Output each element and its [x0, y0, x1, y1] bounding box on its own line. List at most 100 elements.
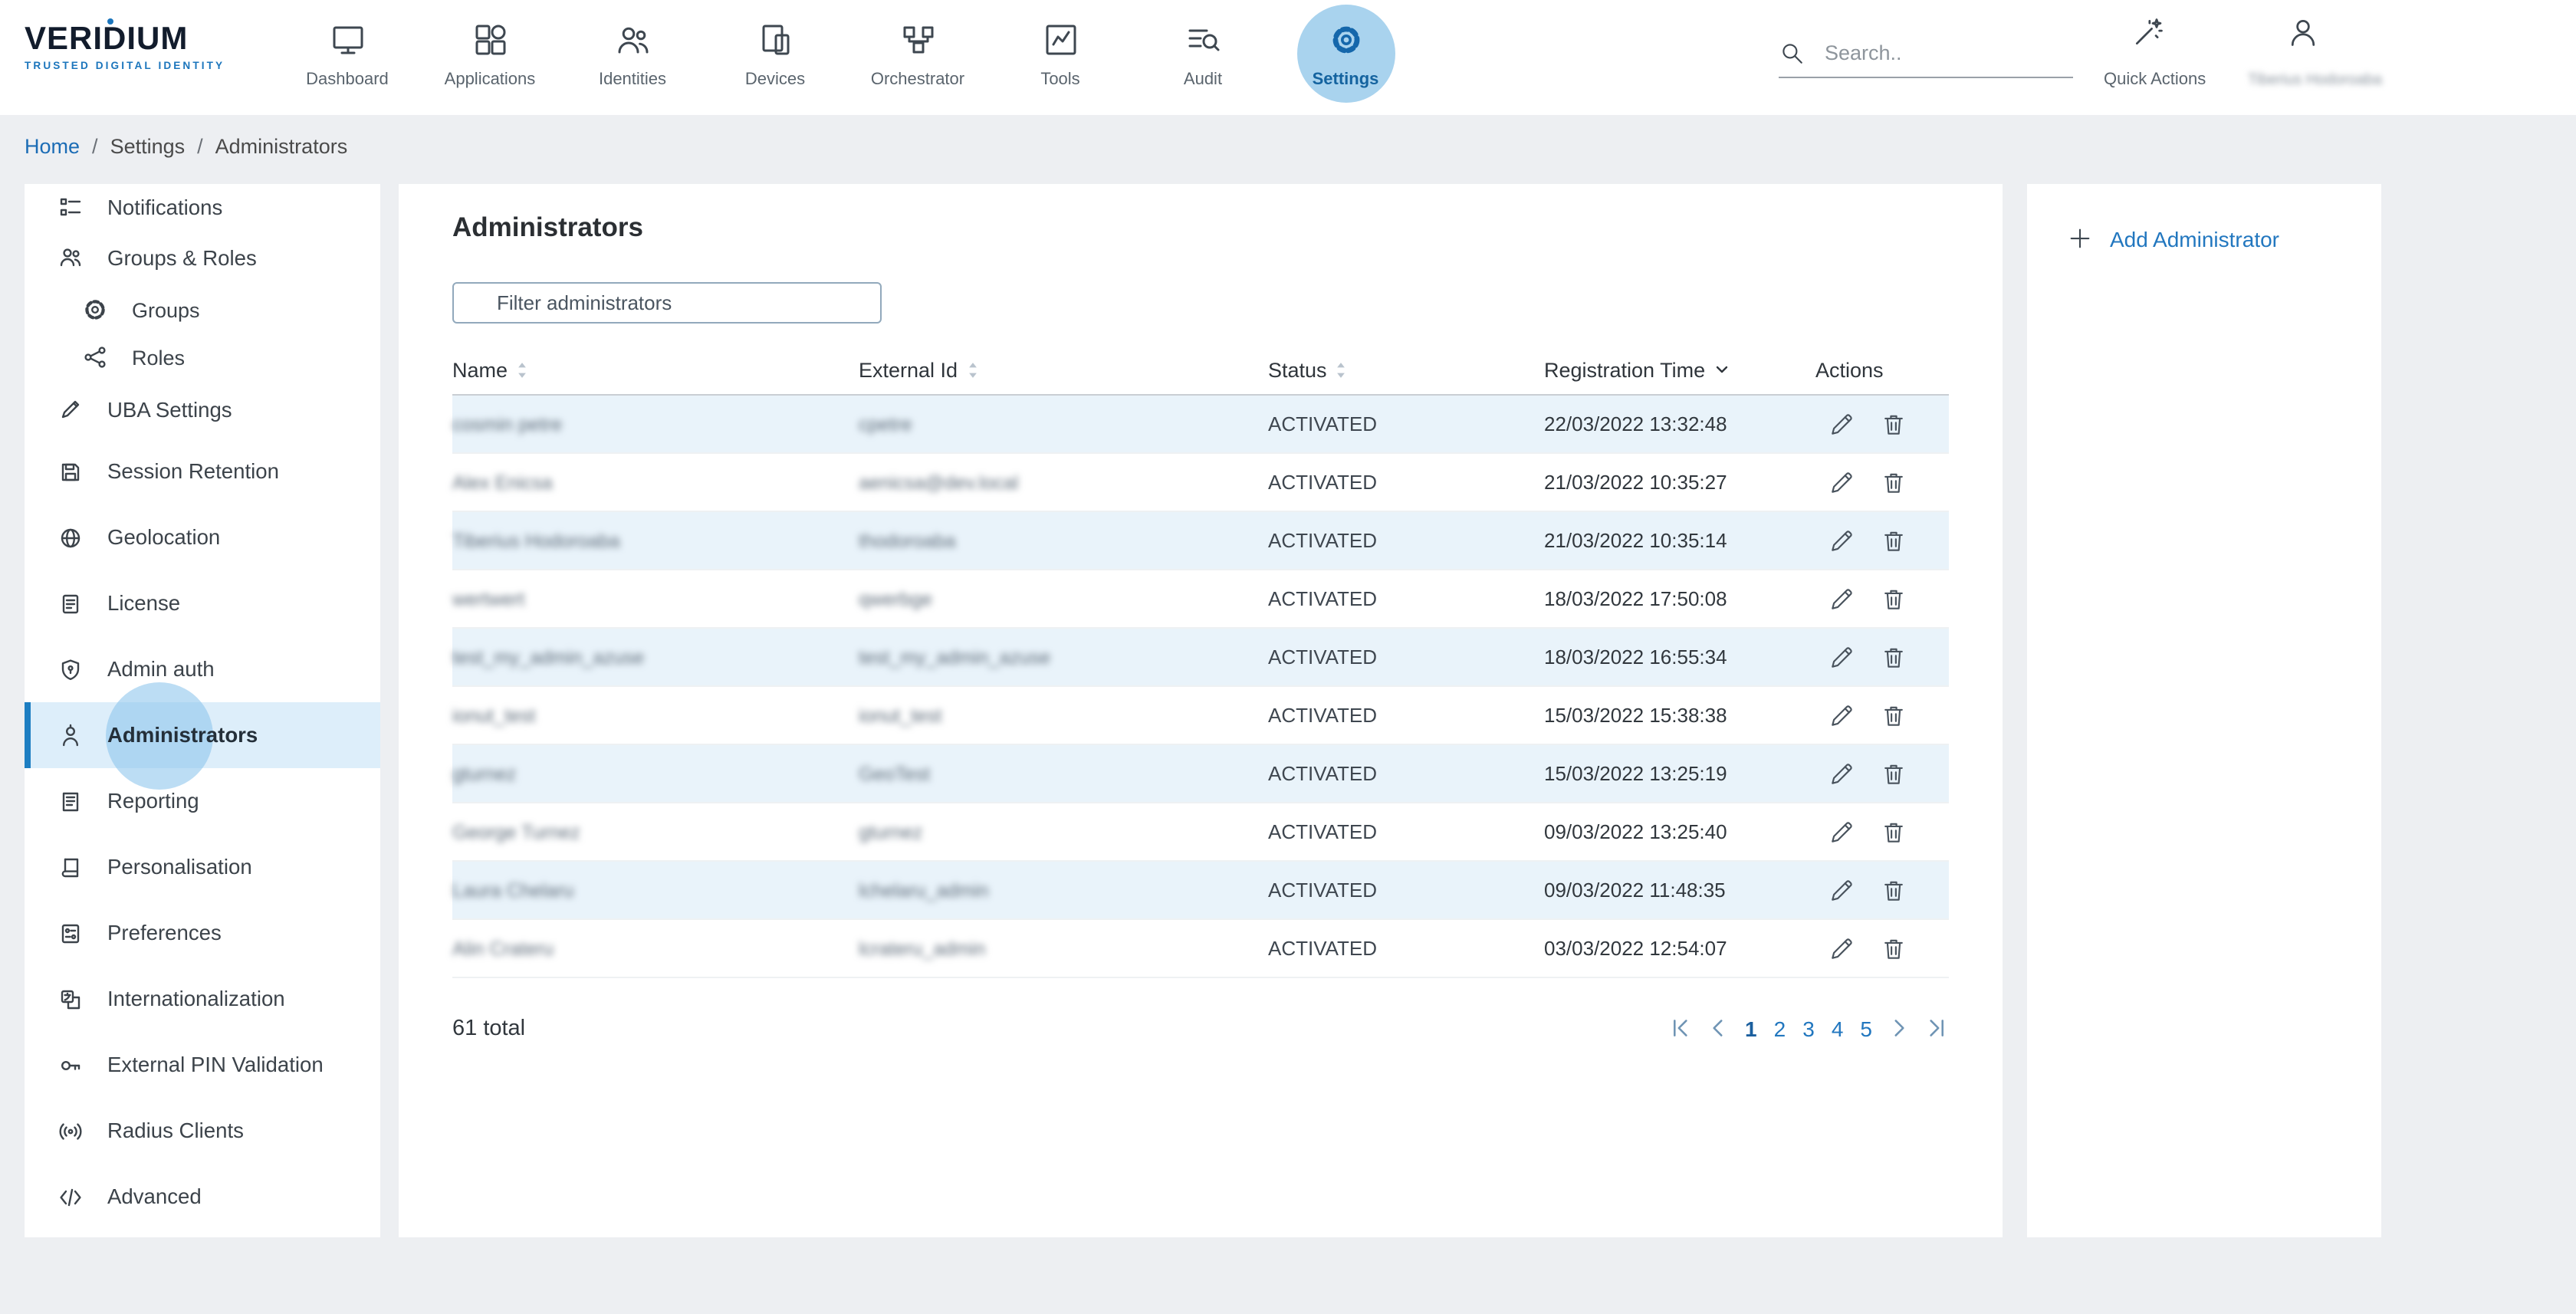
main-nav: DashboardApplicationsIdentities Devices Or… [276, 12, 1417, 107]
admin-registration-time: 03/03/2022 12:54:07 [1544, 937, 1815, 960]
edit-icon[interactable] [1828, 818, 1855, 846]
sidebar-item-label: Admin auth [107, 658, 215, 681]
admin-registration-time: 09/03/2022 13:25:40 [1544, 820, 1815, 843]
global-search [1779, 40, 2073, 78]
filter-administrators-input[interactable] [452, 282, 882, 324]
edit-icon[interactable] [1828, 935, 1855, 962]
sidebar-item-label: Groups [132, 298, 200, 321]
delete-icon[interactable] [1880, 468, 1907, 496]
delete-icon[interactable] [1880, 760, 1907, 787]
table-row: Tiberius HodoroabathodoroabaACTIVATED21/… [452, 512, 1949, 570]
breadcrumb-settings[interactable]: Settings [110, 135, 186, 158]
pagination-page-5[interactable]: 5 [1857, 1016, 1875, 1040]
magic-wand-icon [2131, 15, 2165, 49]
sidebar-item-groups-roles[interactable]: Groups & Roles [25, 230, 380, 285]
sidebar-item-label: Personalisation [107, 856, 252, 879]
nav-item-devices[interactable]: Devices [704, 12, 846, 107]
quick-actions-button[interactable]: Quick Actions [2104, 15, 2193, 89]
edit-icon[interactable] [1828, 468, 1855, 496]
delete-icon[interactable] [1880, 935, 1907, 962]
admin-name: Alex Enicsa [452, 471, 859, 493]
first-page-icon[interactable] [1668, 1015, 1694, 1041]
edit-icon[interactable] [1828, 643, 1855, 671]
sidebar-item-label: Radius Clients [107, 1119, 244, 1142]
sidebar-item-personalisation[interactable]: Personalisation [25, 834, 380, 900]
delete-icon[interactable] [1880, 527, 1907, 554]
column-header-label: Registration Time [1544, 358, 1705, 381]
veridium-logo[interactable]: VERIDIUM TRUSTED DIGITAL IDENTITY [25, 23, 225, 72]
nav-item-tools[interactable]: Tools [989, 12, 1132, 107]
sidebar-item-uba-settings[interactable]: UBA Settings [25, 380, 380, 439]
pagination-page-3[interactable]: 3 [1799, 1016, 1818, 1040]
sort-desc-icon [1713, 360, 1731, 379]
admin-status: ACTIVATED [1268, 762, 1544, 785]
nav-item-identities[interactable]: Identities [561, 12, 704, 107]
edit-icon[interactable] [1828, 760, 1855, 787]
roles-icon [83, 345, 107, 370]
edit-icon[interactable] [1828, 585, 1855, 613]
sidebar-item-notifications[interactable]: Notifications [25, 184, 380, 230]
sidebar-item-roles[interactable]: Roles [25, 334, 380, 380]
sidebar-item-groups[interactable]: Groups [25, 285, 380, 334]
quick-actions-label: Quick Actions [2104, 71, 2193, 89]
prev-page-icon[interactable] [1705, 1015, 1731, 1041]
nav-item-audit[interactable]: Audit [1132, 12, 1274, 107]
veridium-admin-console: VERIDIUM TRUSTED DIGITAL IDENTITY Dashbo… [0, 0, 2576, 1314]
nav-item-applications[interactable]: Applications [419, 12, 561, 107]
pagination-page-1[interactable]: 1 [1742, 1016, 1760, 1040]
nav-item-orchestrator[interactable]: Orchestrator [846, 12, 989, 107]
last-page-icon[interactable] [1923, 1015, 1949, 1041]
sort-icon [965, 360, 979, 379]
sidebar-item-external-pin-validation[interactable]: External PIN Validation [25, 1032, 380, 1098]
edit-icon[interactable] [1828, 876, 1855, 904]
edit-icon[interactable] [1828, 701, 1855, 729]
sidebar-item-license[interactable]: License [25, 570, 380, 636]
sidebar-item-preferences[interactable]: Preferences [25, 900, 380, 966]
sidebar-item-administrators[interactable]: Administrators [25, 702, 380, 768]
sidebar-item-internationalization[interactable]: Internationalization [25, 966, 380, 1032]
admin-registration-time: 21/03/2022 10:35:27 [1544, 471, 1815, 494]
breadcrumb-home[interactable]: Home [25, 135, 80, 158]
add-administrator-button[interactable]: Add Administrator [2067, 225, 2381, 251]
pagination-page-4[interactable]: 4 [1829, 1016, 1847, 1040]
sidebar-item-session-retention[interactable]: Session Retention [25, 439, 380, 504]
edit-icon[interactable] [1828, 527, 1855, 554]
table-row: cosmin petrecpetreACTIVATED22/03/2022 13… [452, 396, 1949, 454]
table-header-row: NameExternal IdStatusRegistration TimeAc… [452, 345, 1949, 396]
advanced-icon [58, 1184, 83, 1209]
admin-name: Tiberius Hodoroaba [452, 530, 859, 551]
edit-icon[interactable] [1828, 410, 1855, 438]
delete-icon[interactable] [1880, 643, 1907, 671]
user-menu[interactable]: Tiberius Hodoroaba [2248, 15, 2358, 89]
search-input[interactable] [1822, 40, 2058, 66]
nav-item-settings[interactable]: Settings [1274, 12, 1417, 107]
column-header-name[interactable]: Name [452, 358, 859, 381]
column-header-registration-time[interactable]: Registration Time [1544, 358, 1815, 381]
admin-registration-time: 22/03/2022 13:32:48 [1544, 412, 1815, 435]
sidebar-item-admin-auth[interactable]: Admin auth [25, 636, 380, 702]
delete-icon[interactable] [1880, 585, 1907, 613]
column-header-status[interactable]: Status [1268, 358, 1544, 381]
sidebar-item-reporting[interactable]: Reporting [25, 768, 380, 834]
sidebar-item-advanced[interactable]: Advanced [25, 1164, 380, 1230]
next-page-icon[interactable] [1886, 1015, 1912, 1041]
sidebar-item-geolocation[interactable]: Geolocation [25, 504, 380, 570]
search-icon [1779, 40, 1805, 66]
admin-status: ACTIVATED [1268, 587, 1544, 610]
delete-icon[interactable] [1880, 410, 1907, 438]
row-actions [1815, 585, 1949, 613]
row-actions [1815, 935, 1949, 962]
column-header-label: External Id [859, 358, 958, 381]
sidebar-item-label: Geolocation [107, 526, 220, 549]
nav-item-dashboard[interactable]: Dashboard [276, 12, 419, 107]
breadcrumb-separator: / [197, 135, 203, 158]
delete-icon[interactable] [1880, 701, 1907, 729]
column-header-external-id[interactable]: External Id [859, 358, 1268, 381]
admin-registration-time: 09/03/2022 11:48:35 [1544, 879, 1815, 902]
nav-item-label: Devices [745, 71, 805, 89]
delete-icon[interactable] [1880, 876, 1907, 904]
pagination-page-2[interactable]: 2 [1771, 1016, 1789, 1040]
delete-icon[interactable] [1880, 818, 1907, 846]
logo-dot [107, 18, 113, 25]
sidebar-item-radius-clients[interactable]: Radius Clients [25, 1098, 380, 1164]
